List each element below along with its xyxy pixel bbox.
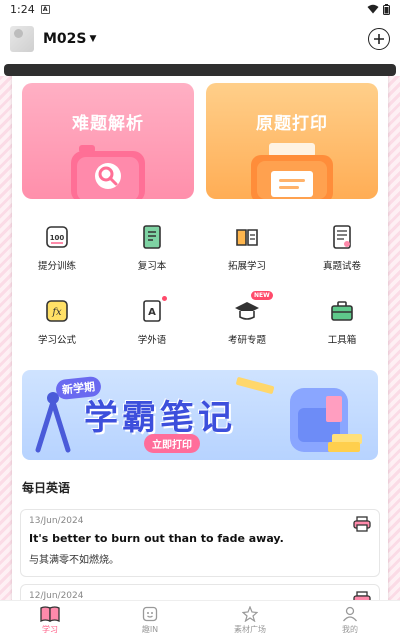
card-problem-analysis[interactable]: 难题解析: [22, 83, 194, 199]
svg-text:A: A: [148, 307, 156, 318]
english-sentence: It's better to burn out than to fade awa…: [29, 532, 284, 545]
nav-study[interactable]: 学习: [0, 601, 100, 640]
notification-dot: [162, 296, 167, 301]
banner-cta-button[interactable]: 立即打印: [144, 434, 200, 453]
status-bar: 1:24 A: [0, 0, 400, 18]
english-translation: 与其满零不如燃烧。: [29, 555, 119, 566]
formula-icon: fx: [44, 298, 70, 324]
banner-headline: 学霸笔记: [84, 398, 236, 438]
device-name[interactable]: M02S: [43, 31, 87, 47]
fun-icon: [142, 606, 158, 622]
print-icon[interactable]: [353, 516, 371, 532]
add-button[interactable]: [368, 28, 390, 50]
chevron-down-icon[interactable]: ▼: [90, 34, 97, 44]
promo-banner[interactable]: 新学期 学霸笔记 立即打印: [22, 370, 378, 460]
grid-item-label: 拓展学习: [227, 261, 266, 272]
grid-item-foreign-language[interactable]: A 学外语: [107, 296, 197, 346]
review-book-icon: [139, 224, 165, 250]
book-icon: [40, 606, 60, 622]
daily-english-title: 每日英语: [22, 481, 71, 495]
device-image[interactable]: [10, 26, 34, 52]
backpack-icon: [290, 388, 362, 452]
svg-text:100: 100: [50, 234, 65, 242]
grid-item-score-training[interactable]: 100 提分训练: [12, 224, 102, 272]
card-original-print[interactable]: 原题打印: [206, 83, 378, 199]
bottom-nav: 学习 趣IN 素材广场 我的: [0, 600, 400, 640]
grid-item-label: 真题试卷: [322, 261, 361, 272]
nav-label: 素材广场: [234, 625, 266, 634]
score-training-icon: 100: [44, 224, 70, 250]
nav-fun[interactable]: 趣IN: [100, 601, 200, 640]
grid-item-formula[interactable]: fx 学习公式: [12, 298, 102, 346]
profile-icon: [342, 606, 358, 622]
grid-item-label: 提分训练: [37, 261, 76, 272]
grid-item-toolbox[interactable]: 工具箱: [297, 298, 387, 346]
printer-icon: [251, 143, 333, 199]
grid-item-review-book[interactable]: 复习本: [107, 224, 197, 272]
svg-text:fx: fx: [51, 307, 62, 318]
app-header: M02S ▼: [0, 18, 400, 60]
grid-item-label: 学外语: [137, 335, 167, 346]
toolbox-icon: [329, 298, 355, 324]
grid-item-exam-paper[interactable]: 真题试卷: [297, 224, 387, 272]
nav-label: 学习: [42, 625, 58, 634]
grid-item-extend-learning[interactable]: 拓展学习: [202, 224, 292, 272]
status-time: 1:24: [10, 2, 35, 16]
battery-icon: [383, 3, 390, 15]
grid-item-label: 复习本: [137, 261, 167, 272]
exam-paper-icon: [329, 224, 355, 250]
nav-label: 趣IN: [141, 625, 159, 634]
wifi-icon: [367, 4, 379, 14]
printer-slot: [4, 64, 396, 76]
english-card[interactable]: 13/Jun/2024 It's better to burn out than…: [20, 509, 380, 577]
grid-item-label: 工具箱: [327, 335, 357, 346]
grid-item-label: 考研专题: [227, 335, 266, 346]
notification-a-icon: A: [40, 4, 50, 14]
material-icon: [242, 606, 258, 622]
pencil-icon: [236, 377, 275, 394]
new-badge: NEW: [251, 291, 273, 300]
extend-learning-icon: [234, 224, 260, 250]
card-title: 难题解析: [72, 114, 144, 134]
foreign-language-icon: A: [139, 296, 167, 324]
grid-item-label: 学习公式: [37, 335, 76, 346]
grid-item-graduate-exam[interactable]: NEW 考研专题: [202, 291, 292, 346]
plus-icon: [374, 34, 384, 44]
graduate-exam-icon: NEW: [234, 291, 273, 324]
card-title: 原题打印: [256, 114, 328, 134]
camera-search-icon: [71, 145, 145, 199]
nav-profile[interactable]: 我的: [300, 601, 400, 640]
nav-label: 我的: [342, 625, 358, 634]
nav-material[interactable]: 素材广场: [200, 601, 300, 640]
english-date: 13/Jun/2024: [29, 516, 84, 526]
